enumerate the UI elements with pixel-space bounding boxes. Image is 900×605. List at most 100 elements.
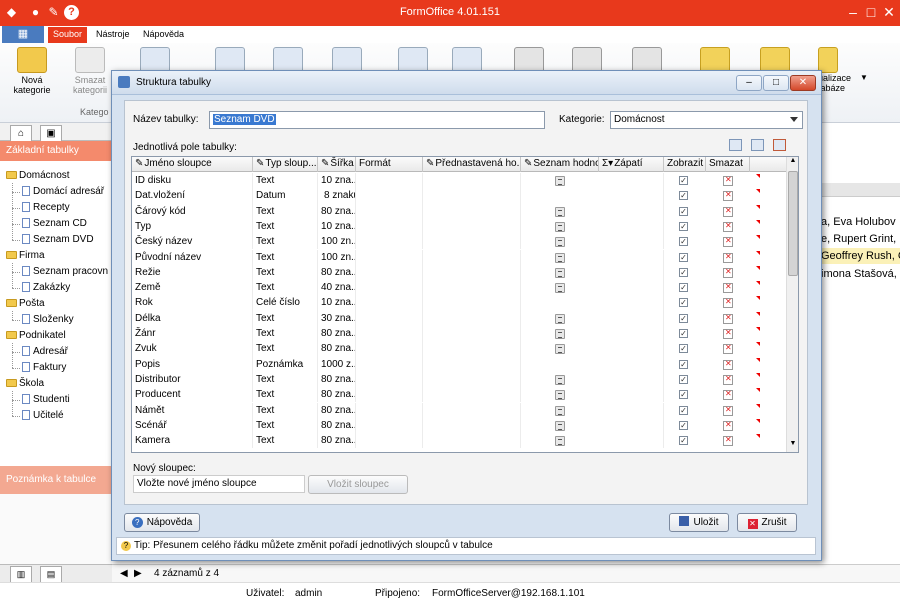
cell-empty[interactable] <box>356 249 423 265</box>
tree-folder[interactable]: Podnikatel <box>6 328 66 343</box>
tree-item[interactable]: Faktury <box>22 360 66 375</box>
show-checkbox[interactable]: ✓ <box>679 344 688 354</box>
cell-empty[interactable] <box>356 326 423 342</box>
cell-width[interactable]: 1000 z... <box>318 356 356 372</box>
tree-item[interactable]: Studenti <box>22 392 70 407</box>
delete-row-icon[interactable] <box>723 374 733 385</box>
delete-row-icon[interactable] <box>723 175 733 186</box>
cell-empty[interactable] <box>423 264 521 281</box>
delete-row-icon[interactable] <box>723 313 733 324</box>
cell-type[interactable]: Celé číslo <box>253 295 318 311</box>
value-list-icon[interactable] <box>555 176 565 186</box>
table-row[interactable]: Délka Text 30 zna... ✓ <box>132 310 786 326</box>
show-checkbox[interactable]: ✓ <box>679 237 688 247</box>
cell-empty[interactable] <box>599 295 664 311</box>
value-list-icon[interactable] <box>555 420 565 431</box>
cell-name[interactable]: Rok <box>132 295 253 311</box>
table-row[interactable]: Zvuk Text 80 zna... ✓ <box>132 341 786 357</box>
value-list-icon[interactable] <box>555 267 565 278</box>
cell-empty[interactable] <box>423 326 521 342</box>
cell-type[interactable]: Text <box>253 310 318 326</box>
table-row[interactable]: Režie Text 80 zna... ✓ <box>132 264 786 281</box>
cell-type[interactable]: Poznámka <box>253 356 318 372</box>
cell-empty[interactable] <box>356 203 423 219</box>
cell-type[interactable]: Text <box>253 280 318 296</box>
cell-empty[interactable] <box>423 218 521 235</box>
cell-type[interactable]: Text <box>253 387 318 403</box>
value-list-icon[interactable] <box>555 221 565 232</box>
show-checkbox[interactable]: ✓ <box>679 298 688 308</box>
cell-type[interactable]: Text <box>253 402 318 418</box>
cell-empty[interactable] <box>356 188 423 204</box>
delete-row-icon[interactable] <box>723 297 733 309</box>
column-header[interactable]: ✎Seznam hodnot <box>521 157 599 172</box>
scroll-up-icon[interactable]: ▲ <box>788 157 798 167</box>
cell-name[interactable]: Režie <box>132 264 253 281</box>
tab-nastroje[interactable]: Nástroje <box>91 27 135 43</box>
tree-folder[interactable]: Domácnost <box>6 168 70 183</box>
cell-name[interactable]: Popis <box>132 356 253 372</box>
cell-empty[interactable] <box>356 295 423 311</box>
show-checkbox[interactable]: ✓ <box>679 359 688 369</box>
cell-width[interactable]: 100 zn... <box>318 234 356 250</box>
cell-empty[interactable] <box>356 387 423 403</box>
cell-empty[interactable] <box>423 310 521 326</box>
cell-type[interactable]: Text <box>253 249 318 265</box>
cell-empty[interactable] <box>423 188 521 204</box>
column-header[interactable]: ✎Jméno sloupce <box>132 157 253 172</box>
cell-width[interactable]: 8 znaků <box>318 188 356 204</box>
cell-width[interactable]: 100 zn... <box>318 249 356 265</box>
cell-type[interactable]: Text <box>253 371 318 388</box>
app-menu-button[interactable]: ▦ <box>2 26 44 43</box>
cell-name[interactable]: Žánr <box>132 326 253 342</box>
save-button[interactable]: Uložit <box>669 513 729 532</box>
table-row[interactable]: Čárový kód Text 80 zna... ✓ <box>132 203 786 219</box>
cell-empty[interactable] <box>423 173 521 189</box>
cell-width[interactable]: 80 zna... <box>318 326 356 342</box>
cell-empty[interactable] <box>599 326 664 342</box>
delete-row-icon[interactable] <box>723 252 733 263</box>
cell-name[interactable]: Námět <box>132 402 253 418</box>
maximize-icon[interactable]: □ <box>862 2 880 22</box>
background-row[interactable]: a, Eva Holubov <box>820 214 900 230</box>
scroll-thumb[interactable] <box>788 171 798 276</box>
cell-empty[interactable] <box>599 173 664 189</box>
cell-empty[interactable] <box>356 341 423 357</box>
column-header[interactable]: Smazat <box>706 157 750 172</box>
cell-type[interactable]: Text <box>253 264 318 281</box>
edit-field-icon[interactable] <box>751 139 764 151</box>
cell-empty[interactable] <box>356 218 423 235</box>
value-list-icon[interactable] <box>555 206 565 217</box>
cell-empty[interactable] <box>599 371 664 388</box>
delete-row-icon[interactable] <box>723 267 733 278</box>
cell-empty[interactable] <box>599 280 664 296</box>
cell-type[interactable]: Text <box>253 218 318 235</box>
insert-column-button[interactable]: Vložit sloupec <box>308 475 408 494</box>
cell-empty[interactable] <box>423 433 521 449</box>
cell-empty[interactable] <box>423 371 521 388</box>
cell-width[interactable]: 10 zna... <box>318 173 356 189</box>
cell-empty[interactable] <box>599 203 664 219</box>
basic-tables-header[interactable]: Základní tabulky <box>0 141 112 161</box>
dialog-minimize-icon[interactable]: – <box>736 75 762 91</box>
delete-row-icon[interactable] <box>723 420 733 431</box>
table-row[interactable]: Český název Text 100 zn... ✓ <box>132 234 786 250</box>
next-record-icon[interactable]: ▶ <box>134 565 142 583</box>
ribbon-dropdown-arrow-icon[interactable]: ▼ <box>860 73 868 82</box>
home-tab-icon[interactable]: ⌂ <box>10 125 32 141</box>
tree-item[interactable]: Učitelé <box>22 408 64 423</box>
table-row[interactable]: Dat.vložení Datum 8 znaků ✓ <box>132 188 786 204</box>
cell-empty[interactable] <box>423 402 521 418</box>
delete-row-icon[interactable] <box>723 282 733 294</box>
value-list-icon[interactable] <box>555 374 565 385</box>
show-checkbox[interactable]: ✓ <box>679 405 688 415</box>
cell-type[interactable]: Text <box>253 417 318 434</box>
cell-empty[interactable] <box>423 356 521 372</box>
show-checkbox[interactable]: ✓ <box>679 206 688 216</box>
cell-empty[interactable] <box>423 234 521 250</box>
cell-empty[interactable] <box>599 341 664 357</box>
cell-name[interactable]: Dat.vložení <box>132 188 253 204</box>
column-header[interactable]: ✎Typ sloup... <box>253 157 318 172</box>
cell-width[interactable]: 30 zna... <box>318 310 356 326</box>
tree-item[interactable]: Recepty <box>22 200 70 215</box>
